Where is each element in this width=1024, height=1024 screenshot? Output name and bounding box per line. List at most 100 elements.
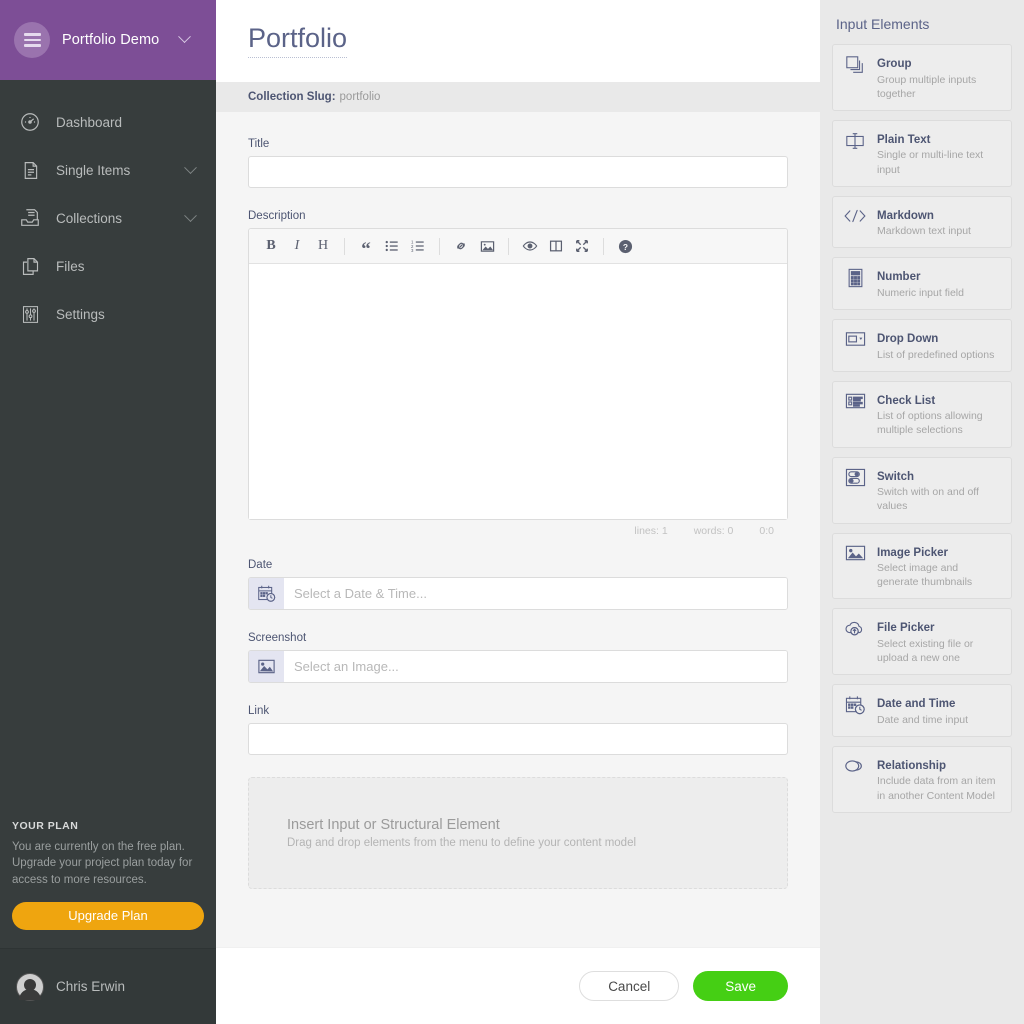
element-card-number[interactable]: Number Numeric input field — [832, 257, 1012, 311]
dropdown-icon — [842, 330, 868, 348]
dropzone-subtitle: Drag and drop elements from the menu to … — [287, 837, 637, 849]
element-card-group[interactable]: Group Group multiple inputs together — [832, 44, 1012, 111]
markdown-textarea[interactable] — [249, 264, 787, 519]
form-area: Title Description B I H “ 1 2 3 ? lines:… — [216, 112, 820, 947]
upgrade-plan-button[interactable]: Upgrade Plan — [12, 902, 204, 930]
dropzone-title: Insert Input or Structural Element — [287, 817, 500, 833]
bold-icon[interactable]: B — [259, 234, 283, 258]
page-title[interactable]: Portfolio — [248, 23, 348, 58]
file-tray-icon — [16, 204, 44, 232]
element-card-drop-down[interactable]: Drop Down List of predefined options — [832, 319, 1012, 372]
title-label: Title — [248, 138, 270, 150]
chevron-down-icon[interactable] — [184, 160, 198, 178]
element-card-date-and-time[interactable]: Date and Time Date and time input — [832, 684, 1012, 737]
element-name: Image Picker — [877, 546, 948, 559]
fullscreen-icon[interactable] — [570, 234, 594, 258]
element-name: Markdown — [877, 209, 934, 222]
toggle-switch-icon — [842, 468, 868, 487]
calculator-icon — [842, 268, 868, 288]
stacked-squares-icon — [842, 55, 868, 75]
element-card-relationship[interactable]: Relationship Include data from an item i… — [832, 745, 1012, 813]
date-input[interactable] — [284, 578, 787, 609]
sidebar-item-label: Dashboard — [56, 114, 123, 130]
field-title: Title — [248, 138, 788, 188]
ordered-list-icon[interactable]: 123 — [406, 234, 430, 258]
chevron-down-icon[interactable] — [184, 208, 198, 226]
heading-icon[interactable]: H — [311, 234, 335, 258]
toolbar-divider — [603, 237, 604, 255]
element-card-plain-text[interactable]: Plain Text Single or multi-line text inp… — [832, 119, 1012, 187]
link-input[interactable] — [248, 723, 788, 755]
sliders-icon — [16, 300, 44, 328]
cancel-button[interactable]: Cancel — [579, 971, 680, 1001]
brand-header[interactable]: Portfolio Demo — [0, 0, 216, 80]
side-by-side-icon[interactable] — [544, 234, 568, 258]
link-icon[interactable] — [449, 234, 473, 258]
description-label: Description — [248, 210, 306, 222]
save-button[interactable]: Save — [693, 971, 788, 1001]
markdown-editor: B I H “ 123 ? — [248, 228, 788, 520]
element-desc: Switch with on and off values — [877, 486, 979, 513]
image-picker[interactable] — [248, 650, 788, 683]
app-root: Portfolio Demo Dashboard Single Items Co… — [0, 0, 1024, 1024]
sidebar-item-settings[interactable]: Settings — [0, 290, 216, 338]
element-card-check-list[interactable]: Check List List of options allowing mult… — [832, 380, 1012, 448]
text-field-icon — [842, 131, 868, 151]
title-input[interactable] — [248, 156, 788, 188]
italic-icon[interactable]: I — [285, 234, 309, 258]
link-chain-icon — [842, 757, 868, 775]
actions-bar: Cancel Save — [216, 947, 820, 1024]
preview-eye-icon[interactable] — [518, 234, 542, 258]
image-picker-icon — [249, 651, 284, 682]
element-desc: Date and time input — [877, 713, 969, 726]
link-label: Link — [248, 705, 270, 717]
sidebar-item-label: Single Items — [56, 162, 131, 178]
element-desc: Select existing file or upload a new one — [877, 637, 974, 665]
unordered-list-icon[interactable] — [380, 234, 404, 258]
element-desc: List of predefined options — [877, 348, 995, 361]
element-name: Drop Down — [877, 333, 939, 346]
input-elements-panel: Input Elements Group Group multiple inpu… — [820, 0, 1024, 1024]
sidebar-item-single-items[interactable]: Single Items — [0, 146, 216, 194]
element-card-image-picker[interactable]: Image Picker Select image and generate t… — [832, 532, 1012, 600]
sidebar-item-files[interactable]: Files — [0, 242, 216, 290]
element-desc: Group multiple inputs together — [877, 73, 977, 100]
element-name: File Picker — [877, 622, 935, 635]
plan-heading: YOUR PLAN — [12, 820, 79, 833]
plan-promo: YOUR PLAN You are currently on the free … — [0, 820, 216, 948]
quote-icon[interactable]: “ — [354, 234, 378, 259]
element-desc: Markdown text input — [877, 225, 971, 238]
element-card-markdown[interactable]: Markdown Markdown text input — [832, 195, 1012, 249]
chevron-down-icon[interactable] — [178, 30, 196, 49]
element-name: Relationship — [877, 759, 947, 772]
element-name: Date and Time — [877, 698, 956, 711]
element-desc: Include data from an item in another Con… — [877, 775, 996, 802]
avatar — [16, 972, 44, 1001]
sidebar-nav: Dashboard Single Items Collections Files… — [0, 80, 216, 820]
words-count: words: 0 — [693, 525, 734, 537]
user-bar[interactable]: Chris Erwin — [0, 948, 216, 1024]
insert-element-dropzone[interactable]: Insert Input or Structural Element Drag … — [248, 777, 788, 889]
copy-files-icon — [16, 252, 44, 280]
toolbar-divider — [508, 237, 509, 255]
collection-slug-label: Collection Slug: — [248, 91, 336, 103]
document-icon — [16, 156, 44, 184]
field-screenshot: Screenshot — [248, 632, 788, 683]
main-header: Portfolio — [216, 0, 820, 82]
checklist-icon — [842, 392, 868, 410]
sidebar-item-dashboard[interactable]: Dashboard — [0, 98, 216, 146]
help-icon[interactable]: ? — [613, 234, 637, 258]
element-card-switch[interactable]: Switch Switch with on and off values — [832, 456, 1012, 524]
screenshot-label: Screenshot — [248, 632, 307, 644]
hamburger-icon[interactable] — [14, 22, 50, 58]
screenshot-input[interactable] — [284, 651, 787, 682]
element-card-file-picker[interactable]: File Picker Select existing file or uplo… — [832, 608, 1012, 676]
sidebar-item-collections[interactable]: Collections — [0, 194, 216, 242]
image-icon[interactable] — [475, 234, 499, 258]
date-picker[interactable] — [248, 577, 788, 610]
element-desc: Numeric input field — [877, 286, 964, 299]
element-name: Group — [877, 58, 912, 70]
element-name: Plain Text — [877, 133, 931, 146]
field-link: Link — [248, 705, 788, 755]
cloud-upload-icon — [842, 619, 868, 637]
